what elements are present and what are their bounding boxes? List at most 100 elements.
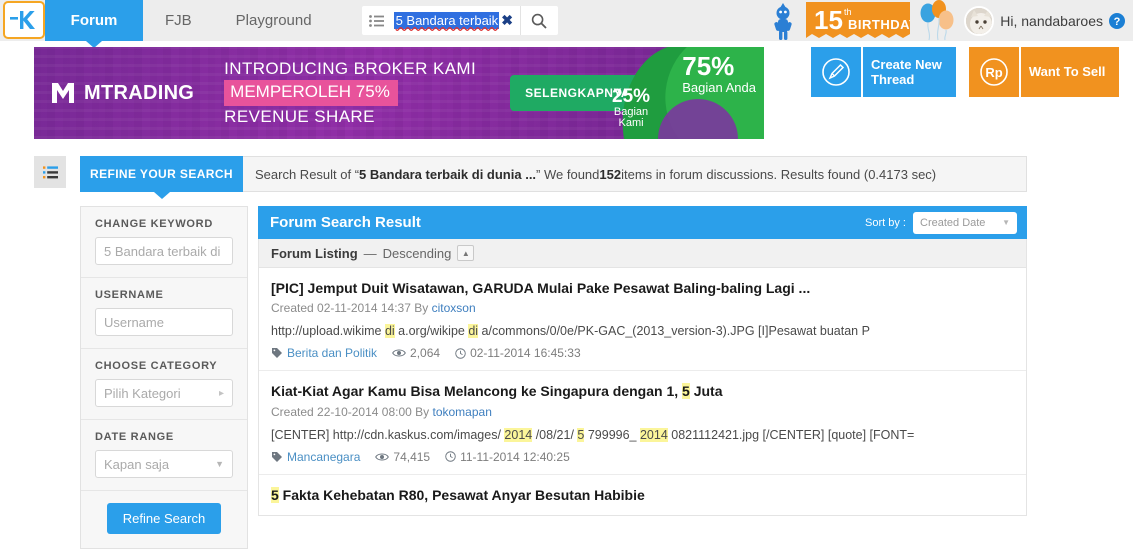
refine-search-panel: CHANGE KEYWORD 5 Bandara terbaik di USER… <box>80 206 248 549</box>
sidebar-toggle-button[interactable] <box>34 156 66 188</box>
svg-text:?: ? <box>1114 16 1121 28</box>
result-snippet: http://upload.wikime di a.org/wikipe di … <box>271 324 870 339</box>
banner-line-3: REVENUE SHARE <box>224 106 375 126</box>
sort-by-label: Sort by : <box>865 216 906 229</box>
result-suffix: items in forum discussions. Results foun… <box>621 166 937 182</box>
svg-text:BIRTHDAY: BIRTHDAY <box>848 17 910 32</box>
kaskus-logo[interactable] <box>3 1 45 39</box>
eye-icon <box>392 349 406 357</box>
daterange-select-placeholder: Kapan saja <box>104 456 170 472</box>
list-item[interactable]: [PIC] Jemput Duit Wisatawan, GARUDA Mula… <box>259 268 1026 372</box>
chevron-right-icon: ▸ <box>218 387 224 399</box>
filter-group-category: CHOOSE CATEGORY Pilih Kategori ▸ <box>81 349 247 420</box>
list-item[interactable]: 5 Fakta Kehebatan R80, Pesawat Anyar Bes… <box>259 475 1026 515</box>
result-count: 152 <box>599 166 622 182</box>
result-category-group[interactable]: Mancanegara <box>271 450 360 464</box>
nav-tab-fjb-label: FJB <box>165 12 192 29</box>
result-query: 5 Bandara terbaik di dunia ... <box>359 166 537 182</box>
donut-major-text: 75% Bagian Anda <box>682 53 756 94</box>
created-date: 22-10-2014 08:00 <box>317 404 412 419</box>
result-timestamp: 02-11-2014 16:45:33 <box>470 346 581 361</box>
sort-by-value: Created Date <box>920 216 986 229</box>
nav-tab-fjb[interactable]: FJB <box>143 0 214 41</box>
nav-tab-forum-label: Forum <box>70 12 118 29</box>
result-author-link[interactable]: tokomapan <box>433 405 492 419</box>
top-navigation-bar: Forum FJB Playground 5 Bandara terbaik ✖ <box>0 0 1133 41</box>
filter-submit-group: Refine Search <box>81 491 247 548</box>
sort-by-select[interactable]: Created Date ▼ <box>913 211 1017 234</box>
create-new-thread-button[interactable]: Create New Thread <box>811 47 956 97</box>
nav-tab-playground-label: Playground <box>235 12 312 29</box>
result-category-group[interactable]: Berita dan Politik <box>271 346 377 360</box>
results-list: [PIC] Jemput Duit Wisatawan, GARUDA Mula… <box>258 268 1027 516</box>
want-to-sell-label: Want To Sell <box>1020 47 1120 97</box>
filter-group-keyword: CHANGE KEYWORD 5 Bandara terbaik di <box>81 207 247 278</box>
button-divider <box>861 47 863 97</box>
kaskus-mascot-icon <box>774 3 792 40</box>
result-title[interactable]: 5 Fakta Kehebatan R80, Pesawat Anyar Bes… <box>271 486 1014 505</box>
chevron-down-icon: ▼ <box>215 459 224 469</box>
mtrading-mark-icon <box>52 83 74 103</box>
avatar[interactable] <box>964 5 995 36</box>
create-thread-line-2: Thread <box>871 72 915 87</box>
created-label: Created <box>271 404 314 419</box>
refine-your-search-tab[interactable]: REFINE YOUR SEARCH <box>80 156 243 192</box>
sort-control: Sort by : Created Date ▼ <box>865 211 1017 234</box>
result-author-link[interactable]: citoxson <box>432 301 476 315</box>
refine-search-button[interactable]: Refine Search <box>106 503 222 534</box>
daterange-select[interactable]: Kapan saja ▼ <box>95 450 233 478</box>
result-views-count: 74,415 <box>393 449 431 464</box>
search-input-value: 5 Bandara terbaik <box>393 12 500 29</box>
result-views-group: 74,415 <box>375 450 430 464</box>
svg-text:15: 15 <box>814 5 843 35</box>
listing-order-bar: Forum Listing — Descending ▲ <box>258 239 1027 268</box>
advertisement-banner[interactable]: MTRADING INTRODUCING BROKER KAMI MEMPERO… <box>34 47 764 139</box>
filter-group-daterange: DATE RANGE Kapan saja ▼ <box>81 420 247 491</box>
donut-major-value: 75% <box>682 51 735 81</box>
result-timestamp-group: 11-11-2014 12:40:25 <box>445 450 570 464</box>
list-icon <box>369 14 385 27</box>
search-category-list-icon[interactable] <box>362 6 392 35</box>
greeting-label: Hi, nandabaroes <box>1000 12 1103 29</box>
sort-direction-toggle[interactable]: ▲ <box>457 245 475 261</box>
refine-bar: REFINE YOUR SEARCH Search Result of “5 B… <box>0 156 1133 192</box>
search-bar: 5 Bandara terbaik ✖ <box>361 6 558 35</box>
nav-tab-forum[interactable]: Forum <box>45 0 143 41</box>
donut-minor-value: 25% <box>612 86 651 107</box>
search-submit-button[interactable] <box>519 6 558 35</box>
result-title[interactable]: Kiat-Kiat Agar Kamu Bisa Melancong ke Si… <box>271 382 1014 401</box>
result-category-label: Mancanegara <box>287 449 361 464</box>
search-input[interactable]: 5 Bandara terbaik ✖ <box>392 6 520 35</box>
list-item[interactable]: Kiat-Kiat Agar Kamu Bisa Melancong ke Si… <box>259 371 1026 475</box>
list-toggle-icon <box>42 165 58 178</box>
action-buttons: Create New Thread Rp Want To Sell <box>811 47 1120 97</box>
result-title[interactable]: [PIC] Jemput Duit Wisatawan, GARUDA Mula… <box>271 279 1014 298</box>
search-result-summary: Search Result of “5 Bandara terbaik di d… <box>243 156 1027 192</box>
nav-tab-playground[interactable]: Playground <box>214 0 334 41</box>
help-icon[interactable]: ? <box>1109 12 1125 29</box>
category-select[interactable]: Pilih Kategori ▸ <box>95 379 233 407</box>
want-to-sell-button[interactable]: Rp Want To Sell <box>968 47 1120 97</box>
result-timestamp: 11-11-2014 12:40:25 <box>460 449 570 464</box>
result-views-count: 2,064 <box>410 346 441 361</box>
mtrading-brand-label: MTRADING <box>84 81 195 104</box>
keyword-input[interactable]: 5 Bandara terbaik di <box>95 237 233 265</box>
birthday-badge-icon: 15 th BIRTHDAY <box>806 1 911 38</box>
banner-line-2: MEMPEROLEH 75% <box>224 80 398 106</box>
donut-minor-label-2: Kami <box>618 117 644 130</box>
svg-text:Rp: Rp <box>985 65 1002 80</box>
clear-search-icon[interactable]: ✖ <box>499 12 518 29</box>
username-input-placeholder: Username <box>104 314 164 330</box>
username-input[interactable]: Username <box>95 308 233 336</box>
nav-right-cluster: 15 th BIRTHDAY Hi, nandabaroes <box>766 0 1133 41</box>
created-label: Created <box>271 301 314 316</box>
donut-minor-text: 25% Bagian Kami <box>612 87 650 130</box>
results-header: Forum Search Result Sort by : Created Da… <box>258 206 1027 239</box>
filter-label-username: USERNAME <box>95 289 164 301</box>
filter-label-daterange: DATE RANGE <box>95 431 174 443</box>
filter-label-keyword: CHANGE KEYWORD <box>95 218 213 230</box>
page-body: CHANGE KEYWORD 5 Bandara terbaik di USER… <box>0 206 1133 549</box>
results-title: Forum Search Result <box>270 214 421 231</box>
result-timestamp-group: 02-11-2014 16:45:33 <box>455 346 581 360</box>
mtrading-logo: MTRADING <box>50 81 194 105</box>
